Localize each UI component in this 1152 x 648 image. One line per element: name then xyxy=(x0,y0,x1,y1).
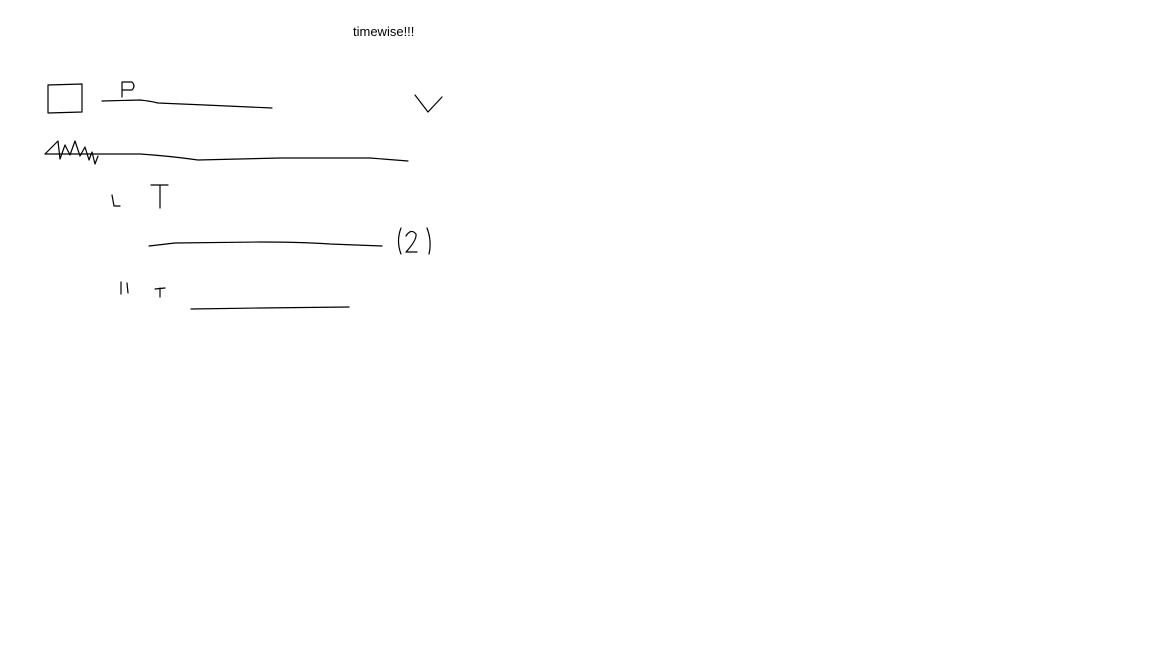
paren-left xyxy=(397,227,402,255)
checkbox-icon[interactable] xyxy=(47,83,83,114)
row-3 xyxy=(111,184,169,209)
row-5 xyxy=(120,281,350,310)
mark-l xyxy=(111,194,121,207)
sketch-canvas: timewise!!! xyxy=(0,0,1152,648)
row-1-underline xyxy=(101,99,273,109)
letter-p xyxy=(121,81,135,98)
row-2-line xyxy=(44,153,409,162)
row-2 xyxy=(44,140,409,165)
paren-right xyxy=(426,227,431,255)
mark-t-small xyxy=(154,287,166,298)
squiggle-icon xyxy=(44,140,99,165)
row-5-line xyxy=(190,306,350,310)
row-1[interactable] xyxy=(47,81,443,114)
row-4 xyxy=(148,227,431,255)
wireframe-sketch xyxy=(44,81,443,310)
chevron-down-icon[interactable] xyxy=(414,94,443,113)
mark-ll xyxy=(120,281,129,295)
row-4-line xyxy=(148,241,383,247)
mark-t xyxy=(150,184,169,209)
digit-2 xyxy=(405,230,418,253)
